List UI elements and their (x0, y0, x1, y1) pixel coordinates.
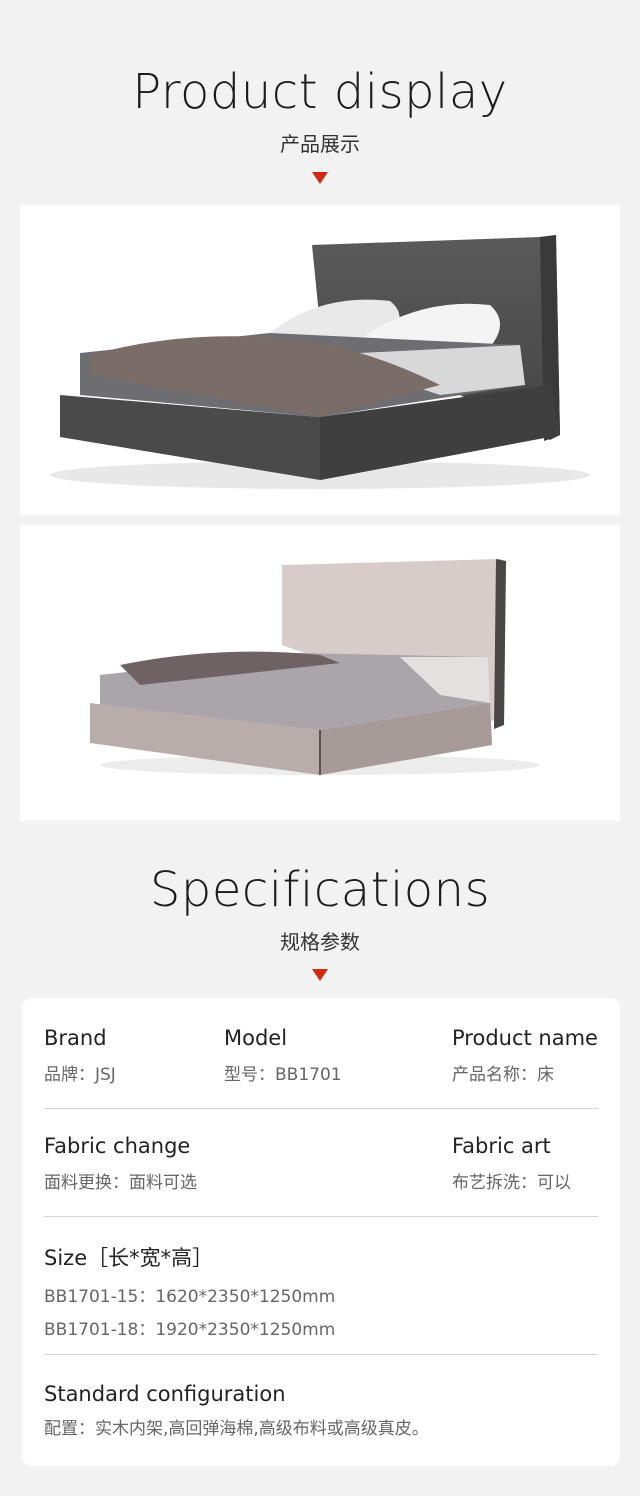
spec-fabric-art: Fabric art 布艺拆洗：可以 (452, 1134, 571, 1193)
spec-product-name: Product name 产品名称：床 (452, 1026, 598, 1085)
spec-fabric-change-label: Fabric change (44, 1134, 191, 1158)
product-display-title: Product display (132, 64, 508, 120)
spec-model-value: 型号：BB1701 (224, 1065, 342, 1085)
specifications-subtitle: 规格参数 (280, 930, 360, 954)
spec-size: Size［长*宽*高］ BB1701-15：1620*2350*1250mm B… (44, 1242, 335, 1340)
spec-standard-value: 配置：实木内架,高回弹海棉,高级布料或高级真皮。 (44, 1419, 429, 1439)
spec-brand-label: Brand (44, 1026, 107, 1050)
spec-fabric-change-value: 面料更换：面料可选 (44, 1173, 197, 1193)
product-photo-dark-bed (20, 205, 620, 515)
spec-product-name-value: 产品名称：床 (452, 1065, 554, 1085)
spec-product-name-label: Product name (452, 1026, 598, 1050)
divider (44, 1354, 598, 1355)
spec-size-label: Size［长*宽*高］ (44, 1246, 214, 1270)
spec-fabric-art-value: 布艺拆洗：可以 (452, 1173, 571, 1193)
spec-model: Model 型号：BB1701 (224, 1026, 342, 1085)
spec-brand-value: 品牌：JSJ (44, 1065, 116, 1085)
divider (44, 1108, 598, 1109)
divider (44, 1216, 598, 1217)
spec-standard-configuration: Standard configuration 配置：实木内架,高回弹海棉,高级布… (44, 1382, 429, 1439)
spec-standard-label: Standard configuration (44, 1382, 286, 1406)
spec-card: Brand 品牌：JSJ Model 型号：BB1701 Product nam… (22, 998, 620, 1466)
spec-brand: Brand 品牌：JSJ (44, 1026, 116, 1085)
spec-model-label: Model (224, 1026, 288, 1050)
spec-size-line-15: BB1701-15：1620*2350*1250mm (44, 1287, 336, 1307)
product-display-subtitle: 产品展示 (280, 132, 360, 156)
down-triangle-icon (312, 969, 328, 981)
specifications-title: Specifications (149, 862, 491, 918)
product-photo-light-bed (20, 525, 620, 821)
spec-size-line-18: BB1701-18：1920*2350*1250mm (44, 1320, 336, 1340)
spec-fabric-art-label: Fabric art (452, 1134, 551, 1158)
spec-fabric-change: Fabric change 面料更换：面料可选 (44, 1134, 197, 1193)
down-triangle-icon (312, 172, 328, 184)
